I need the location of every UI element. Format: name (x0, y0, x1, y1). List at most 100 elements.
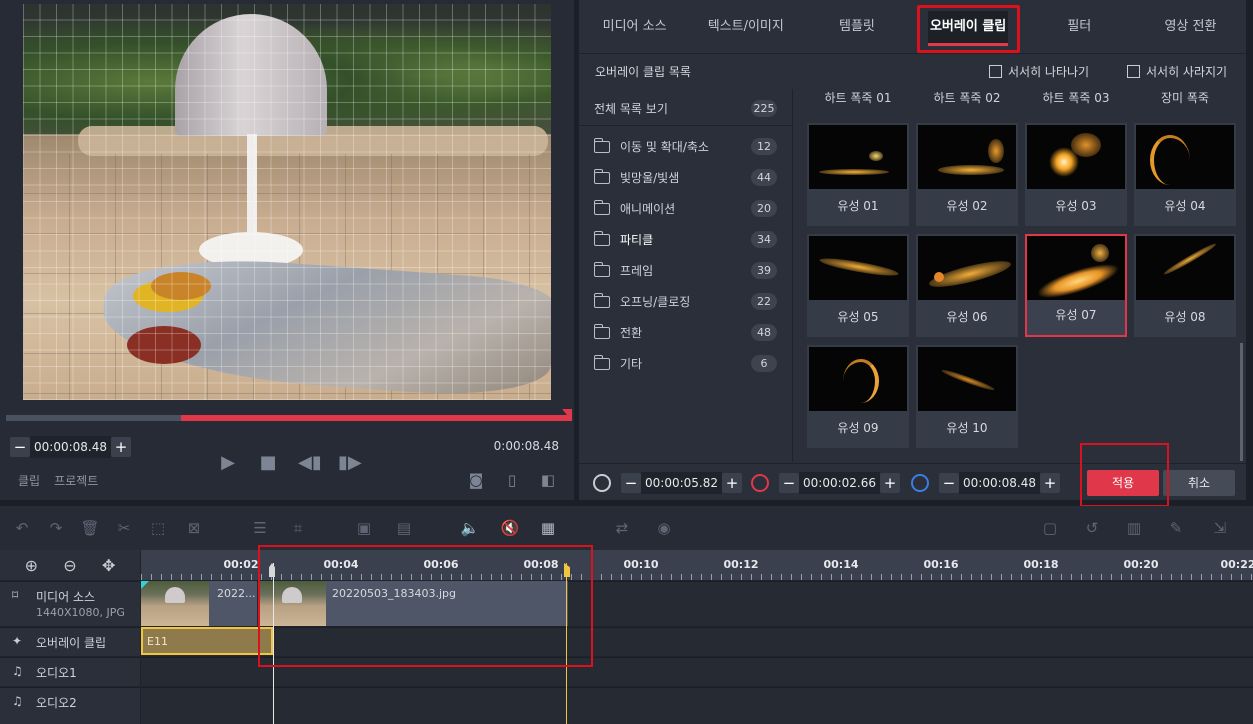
overlay-thumbnail[interactable]: 유성 04 (1134, 123, 1236, 226)
camera-icon[interactable]: ◙ (466, 470, 486, 490)
plus-button[interactable]: + (879, 473, 900, 493)
crop-select-icon[interactable]: ⊠ (184, 518, 204, 538)
overlay-list-header: 오버레이 클립 목록 서서히 나타나기 서서히 사라지기 (579, 55, 1246, 87)
overlay-thumbnail[interactable]: 유성 05 (807, 234, 909, 337)
cut-icon[interactable]: ✂ (114, 518, 134, 538)
tab-text-image[interactable]: 텍스트/이미지 (690, 0, 801, 53)
minus-button[interactable]: − (779, 473, 799, 493)
cancel-button[interactable]: 취소 (1163, 470, 1235, 496)
tab-clip[interactable]: 클립 (18, 472, 40, 489)
category-all[interactable]: 전체 목록 보기 225 (579, 92, 793, 126)
video-preview[interactable] (23, 4, 551, 400)
image-replace-icon[interactable]: ▤ (394, 518, 414, 538)
meteor-preview (918, 125, 1016, 189)
thumbnail-scrollbar[interactable] (1240, 343, 1243, 461)
tab-template[interactable]: 템플릿 (801, 0, 912, 53)
fit-icon[interactable]: ✥ (102, 556, 115, 575)
category-item[interactable]: 기타 6 (579, 348, 793, 379)
new-file-icon[interactable]: ▢ (1040, 518, 1060, 538)
category-item[interactable]: 오프닝/클로징 22 (579, 286, 793, 317)
tab-project[interactable]: 프로젝트 (54, 472, 98, 489)
folder-icon (593, 137, 610, 153)
overlay-thumbnail[interactable]: 유성 06 (916, 234, 1018, 337)
category-item[interactable]: 전환 48 (579, 317, 793, 348)
track-media-source[interactable]: ⌑ 미디어 소스 1440X1080, JPG (0, 581, 140, 626)
fade-in-option[interactable]: 서서히 나타나기 (989, 63, 1089, 80)
duration-value[interactable]: 00:00:02.66 (799, 472, 880, 494)
current-time-value[interactable]: 00:00:08.48 (30, 436, 111, 458)
start-time-value[interactable]: 00:00:05.82 (641, 472, 722, 494)
overlay-thumbnail-selected[interactable]: 유성 07 (1025, 234, 1127, 337)
overlay-thumbnail[interactable]: 유성 10 (916, 345, 1018, 448)
overlay-thumbnail[interactable]: 유성 09 (807, 345, 909, 448)
previous-frame-icon[interactable]: ◀▮ (298, 452, 322, 474)
fade-out-option[interactable]: 서서히 사라지기 (1127, 63, 1227, 80)
category-item[interactable]: 프레임 39 (579, 255, 793, 286)
media-clip[interactable]: 20220503_183403.jpg (258, 581, 568, 626)
track-audio1[interactable]: ♫ 오디오1 (0, 657, 140, 686)
zoom-in-icon[interactable]: ⊕ (25, 556, 38, 575)
undo-icon[interactable]: ↶ (12, 518, 32, 538)
delete-icon[interactable]: 🗑 (80, 518, 100, 538)
category-item[interactable]: 빛망울/빛샘 44 (579, 162, 793, 193)
overlay-clip-block[interactable]: E11 (141, 627, 273, 655)
minus-button[interactable]: − (10, 437, 30, 457)
overlay-thumbnail[interactable]: 유성 01 (807, 123, 909, 226)
image-icon[interactable]: ▣ (354, 518, 374, 538)
category-item[interactable]: 이동 및 확대/축소 12 (579, 131, 793, 162)
folder-icon (593, 354, 610, 370)
view-icon[interactable]: ◉ (654, 518, 674, 538)
time-ruler[interactable]: 00:02 00:04 00:06 00:08 00:10 00:12 00:1… (141, 550, 1253, 580)
save-as-icon[interactable]: ✎ (1166, 518, 1186, 538)
overlay-thumbnail[interactable]: 유성 03 (1025, 123, 1127, 226)
minus-button[interactable]: − (939, 473, 959, 493)
audio1-lane[interactable] (141, 657, 1253, 686)
tab-filter[interactable]: 필터 (1024, 0, 1135, 53)
thumbnail-label[interactable]: 하트 폭죽 01 (808, 89, 908, 106)
overlay-thumbnail[interactable]: 유성 08 (1134, 234, 1236, 337)
plus-button[interactable]: + (721, 473, 742, 493)
volume-icon[interactable]: 🔈 (460, 518, 480, 538)
plus-button[interactable]: + (1039, 473, 1060, 493)
adjust-icon[interactable]: ☰ (250, 518, 270, 538)
transfer-icon[interactable]: ⇄ (612, 518, 632, 538)
crop-icon[interactable]: ⌗ (288, 518, 308, 538)
plus-button[interactable]: + (110, 437, 131, 457)
save-icon[interactable]: ▥ (1124, 518, 1144, 538)
thumbnail-label[interactable]: 장미 폭죽 (1135, 89, 1235, 106)
select-icon[interactable]: ⬚ (148, 518, 168, 538)
track-overlay-clip[interactable]: ✦ 오버레이 클립 (0, 627, 140, 656)
thumbnail-label[interactable]: 하트 폭죽 02 (917, 89, 1017, 106)
audio2-lane[interactable] (141, 687, 1253, 724)
tab-overlay-clip[interactable]: 오버레이 클립 (913, 0, 1024, 53)
tab-media-source[interactable]: 미디어 소스 (579, 0, 690, 53)
media-clip[interactable]: 2022... (141, 581, 257, 626)
redo-icon[interactable]: ↷ (46, 518, 66, 538)
overlay-thumbnail[interactable]: 유성 02 (916, 123, 1018, 226)
effects-panel: 미디어 소스 텍스트/이미지 템플릿 오버레이 클립 필터 영상 전환 오버레이… (579, 0, 1246, 500)
open-icon[interactable]: ↺ (1082, 518, 1102, 538)
split-icon[interactable]: ▯ (502, 470, 522, 490)
subtitle-icon[interactable]: ▦ (538, 518, 558, 538)
seek-bar[interactable] (6, 409, 572, 421)
stop-icon[interactable]: ■ (258, 452, 278, 474)
preview-panel: − 00:00:08.48 + 0:00:08.48 클립 프로젝트 ▶ ■ ◀… (0, 0, 574, 500)
apply-button[interactable]: 적용 (1087, 470, 1159, 496)
tab-video-transition[interactable]: 영상 전환 (1135, 0, 1246, 53)
play-icon[interactable]: ▶ (218, 452, 238, 474)
track-audio2[interactable]: ♫ 오디오2 (0, 687, 140, 724)
minus-button[interactable]: − (621, 473, 641, 493)
category-item-particle[interactable]: 파티클 34 (579, 224, 793, 255)
zoom-out-icon[interactable]: ⊖ (63, 556, 76, 575)
fade-in-checkbox[interactable] (989, 65, 1002, 78)
thumbnail-label[interactable]: 하트 폭죽 03 (1026, 89, 1126, 106)
end-time-value[interactable]: 00:00:08.48 (959, 472, 1040, 494)
category-item[interactable]: 애니메이션 20 (579, 193, 793, 224)
end-time-stepper: − 00:00:08.48 + (939, 472, 1060, 494)
overlay-lane[interactable] (141, 627, 1253, 656)
fade-out-checkbox[interactable] (1127, 65, 1140, 78)
export-icon[interactable]: ⇲ (1210, 518, 1230, 538)
next-frame-icon[interactable]: ▮▶ (338, 452, 362, 474)
mute-icon[interactable]: 🔇 (500, 518, 520, 538)
crop-frame-icon[interactable]: ◧ (538, 470, 558, 490)
